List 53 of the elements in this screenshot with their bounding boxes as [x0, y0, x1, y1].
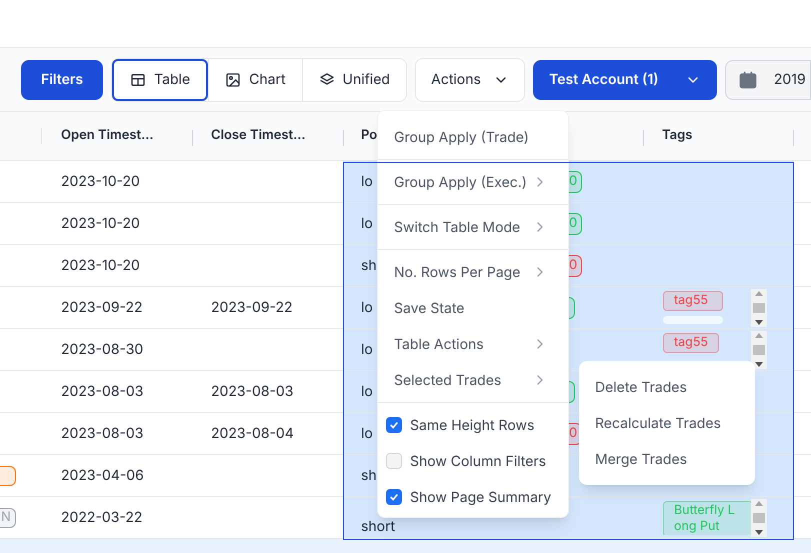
image-icon: [225, 72, 242, 88]
date-range-button[interactable]: 2019: [724, 60, 811, 100]
table-cell: 2023-09-22: [61, 299, 143, 316]
badge: N: [0, 508, 16, 528]
scrollbar[interactable]: [751, 499, 767, 537]
pnl-badge: 0: [569, 212, 582, 234]
scroll-thumb[interactable]: [753, 303, 765, 313]
checkbox[interactable]: [386, 417, 402, 433]
tag: tag55: [663, 333, 720, 353]
table-cell: 2023-09-22: [211, 299, 293, 316]
menu-item[interactable]: Delete Trades: [579, 369, 755, 405]
view-tab[interactable]: Unified: [302, 58, 406, 100]
pnl-badge: 0: [569, 254, 582, 276]
scroll-thumb[interactable]: [753, 345, 765, 355]
checkbox[interactable]: [386, 489, 402, 505]
tag: Butterfly Long Put: [663, 501, 753, 535]
table-cell: 2023-08-03: [211, 383, 294, 400]
scroll-down-icon[interactable]: [755, 362, 763, 367]
check-icon: [389, 492, 399, 502]
calendar-icon: [738, 70, 758, 90]
view-tab[interactable]: Chart: [208, 58, 302, 100]
menu-item[interactable]: Switch Table Mode: [378, 209, 568, 250]
pnl-badge: 0: [569, 170, 582, 192]
scrollbar[interactable]: [751, 331, 767, 369]
menu-item[interactable]: Group Apply (Trade): [378, 119, 568, 160]
table-cell: 2023-08-04: [211, 425, 294, 442]
scroll-thumb[interactable]: [753, 513, 765, 523]
table-cell: 2023-10-20: [61, 215, 140, 232]
scrollbar[interactable]: [751, 289, 767, 327]
table-cell: 2023-08-30: [61, 341, 144, 358]
menu-item[interactable]: Group Apply (Exec.): [378, 164, 568, 205]
table-cell: 2023-10-20: [61, 257, 140, 274]
column-header[interactable]: Close Timest…: [193, 126, 306, 146]
check-icon: [389, 420, 399, 430]
table-cell: 2023-08-03: [61, 383, 144, 400]
checkbox[interactable]: [386, 453, 402, 469]
column-header[interactable]: Open Timest…: [43, 126, 154, 146]
column-header[interactable]: Tags: [644, 126, 692, 146]
layers-icon: [318, 72, 335, 88]
filters-button[interactable]: Filters: [21, 60, 104, 100]
view-tab[interactable]: Table: [112, 58, 208, 100]
actions-button[interactable]: Actions: [414, 58, 526, 102]
table-cell: 2023-04-06: [61, 467, 144, 484]
scroll-down-icon[interactable]: [755, 320, 763, 325]
table-cell: 2023-08-03: [61, 425, 144, 442]
column-header[interactable]: Po: [343, 126, 378, 146]
tag: tag55: [663, 291, 723, 311]
table-cell: 2022-03-22: [61, 509, 142, 526]
scroll-down-icon[interactable]: [755, 530, 763, 535]
account-dropdown[interactable]: Test Account (1): [533, 60, 717, 100]
table-cell: 2023-10-20: [61, 173, 140, 190]
menu-item[interactable]: Selected Trades: [378, 362, 568, 403]
table-icon: [130, 72, 146, 88]
